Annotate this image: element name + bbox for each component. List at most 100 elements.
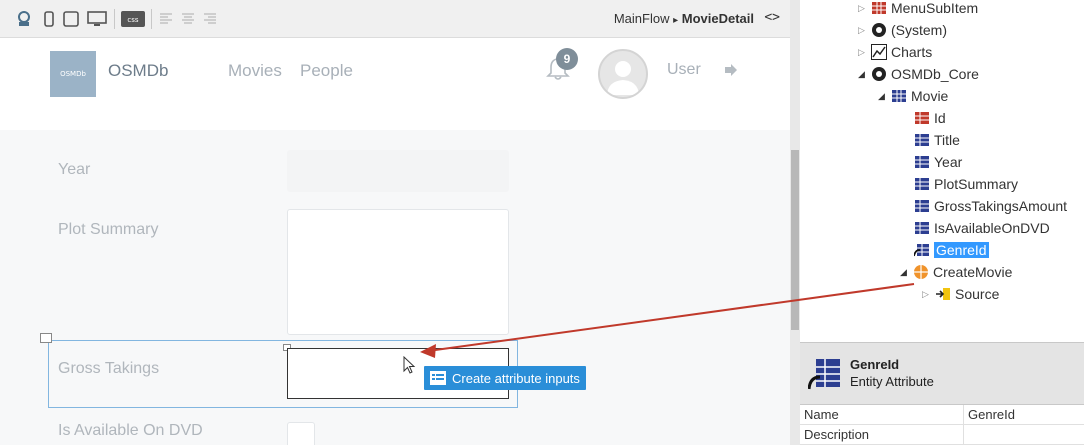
expand-arrow-icon[interactable]: ▷ [922, 289, 932, 300]
collapse-arrow-icon[interactable]: ◢ [878, 91, 888, 102]
attribute-icon [915, 134, 929, 146]
toolbar-divider [151, 9, 152, 29]
collapse-arrow-icon[interactable]: ◢ [858, 69, 868, 80]
tree-item-label: MenuSubItem [891, 0, 979, 16]
breadcrumb-flow[interactable]: MainFlow [614, 11, 670, 26]
tree-item-label: GrossTakingsAmount [934, 198, 1068, 214]
attribute-icon [915, 156, 929, 168]
attribute-reference-icon [808, 359, 840, 390]
year-input[interactable] [287, 150, 509, 192]
tree-item-genreid[interactable]: GenreId [914, 239, 989, 261]
tablet-preview-icon[interactable] [62, 10, 80, 28]
tree-item-menusubitem[interactable]: ▷ MenuSubItem [858, 0, 978, 19]
drop-tooltip: Create attribute inputs [424, 366, 586, 390]
attribute-icon [915, 200, 929, 212]
tree-item-label: PlotSummary [934, 176, 1019, 192]
property-row-name[interactable]: Name GenreId [800, 405, 1084, 425]
nav-movies[interactable]: Movies [228, 61, 282, 81]
tree-item-createmovie[interactable]: ◢ CreateMovie [900, 261, 1012, 283]
chart-line-icon [871, 44, 887, 60]
screen-preview: OSMDb OSMDb Movies People 9 User Year Pl… [0, 38, 790, 445]
align-center-icon[interactable] [180, 10, 196, 28]
tree-item-label: IsAvailableOnDVD [934, 220, 1050, 236]
tree-item-label: GenreId [934, 242, 989, 258]
plot-summary-textarea[interactable] [287, 209, 509, 335]
drop-tooltip-label: Create attribute inputs [452, 370, 580, 386]
tree-item-year[interactable]: Year [914, 151, 962, 173]
selection-handle[interactable] [40, 333, 52, 343]
canvas-scrollbar[interactable] [790, 0, 800, 445]
svg-text:css: css [127, 16, 138, 24]
tree-item-label: Id [934, 110, 946, 126]
is-available-checkbox[interactable] [287, 422, 315, 445]
widget-tree-icon[interactable] [14, 10, 34, 28]
tree-item-label: Movie [911, 88, 949, 104]
logo-text: OSMDb [60, 70, 86, 78]
expand-arrow-icon[interactable]: ▷ [858, 47, 868, 58]
tree-item-isavailableondvd[interactable]: IsAvailableOnDVD [914, 217, 1050, 239]
breadcrumb: MainFlow ▸ MovieDetail [614, 11, 754, 26]
attribute-icon [915, 178, 929, 190]
app-header: OSMDb OSMDb Movies People 9 User [0, 38, 790, 130]
property-key: Description [804, 427, 870, 442]
source-icon [936, 288, 950, 300]
logout-icon[interactable] [724, 63, 738, 77]
tree-item-plotsummary[interactable]: PlotSummary [914, 173, 1018, 195]
label-gross-takings: Gross Takings [58, 360, 160, 377]
module-circle-icon [872, 23, 886, 37]
tree-item-charts[interactable]: ▷ Charts [858, 41, 932, 63]
mouse-cursor-icon [403, 356, 416, 374]
collapse-arrow-icon[interactable]: ◢ [900, 267, 910, 278]
scrollbar-thumb[interactable] [791, 150, 799, 330]
attribute-icon [915, 222, 929, 234]
property-key: Name [804, 407, 839, 422]
attribute-key-icon [915, 112, 929, 124]
properties-header: GenreId Entity Attribute [800, 342, 1084, 404]
tree-item-label: Title [934, 132, 960, 148]
tree-item-grosstakingsamount[interactable]: GrossTakingsAmount [914, 195, 1067, 217]
label-plot-summary: Plot Summary [58, 221, 159, 238]
css-editor-icon[interactable]: css [121, 10, 145, 28]
property-row-description[interactable]: Description [800, 425, 1084, 445]
tree-item-label: OSMDb_Core [891, 66, 979, 82]
notification-badge: 9 [556, 48, 578, 70]
elements-tree-panel: ▷ MenuSubItem ▷ (System) ▷ Charts ◢ OSMD… [800, 0, 1084, 445]
form-area: Year Plot Summary Gross Takings Create a… [0, 130, 790, 445]
module-circle-icon [872, 67, 886, 81]
user-label[interactable]: User [667, 61, 701, 79]
label-is-available: Is Available On DVD [58, 422, 203, 439]
app-logo: OSMDb [50, 51, 96, 97]
tree-item-label: Charts [891, 44, 933, 60]
tree-item-label: Source [955, 286, 1000, 302]
tree-item-title[interactable]: Title [914, 129, 960, 151]
expand-arrow-icon[interactable]: ▷ [858, 3, 868, 14]
toolbar-divider [114, 9, 115, 29]
property-value[interactable]: GenreId [968, 407, 1015, 422]
expand-arrow-icon[interactable]: ▷ [858, 25, 868, 36]
align-right-icon[interactable] [202, 10, 218, 28]
canvas-area: css MainFlow ▸ MovieDetail <> OSMDb OSMD… [0, 0, 790, 445]
form-inputs-icon [430, 371, 446, 385]
breadcrumb-separator: ▸ [673, 15, 679, 26]
entity-grid-icon [872, 2, 886, 14]
tree-item-osmdb-core[interactable]: ◢ OSMDb_Core [858, 63, 979, 85]
attribute-reference-icon [914, 244, 929, 257]
properties-table: Name GenreId Description [800, 404, 1084, 445]
code-view-toggle[interactable]: <> [764, 10, 780, 25]
avatar[interactable] [598, 49, 648, 99]
tree-item-system[interactable]: ▷ (System) [858, 19, 947, 41]
tree-item-label: Year [934, 154, 963, 170]
app-title[interactable]: OSMDb [108, 61, 168, 81]
nav-people[interactable]: People [300, 61, 353, 81]
tree-item-source[interactable]: ▷ Source [922, 283, 999, 305]
properties-element-name: GenreId [850, 357, 900, 372]
tree-item-label: (System) [891, 22, 947, 38]
align-left-icon[interactable] [158, 10, 174, 28]
action-icon [914, 265, 928, 279]
phone-preview-icon[interactable] [42, 10, 56, 28]
tree-item-id[interactable]: Id [914, 107, 946, 129]
breadcrumb-current[interactable]: MovieDetail [682, 11, 754, 26]
tree-item-movie[interactable]: ◢ Movie [878, 85, 948, 107]
desktop-preview-icon[interactable] [86, 10, 108, 28]
properties-element-type: Entity Attribute [850, 374, 934, 389]
